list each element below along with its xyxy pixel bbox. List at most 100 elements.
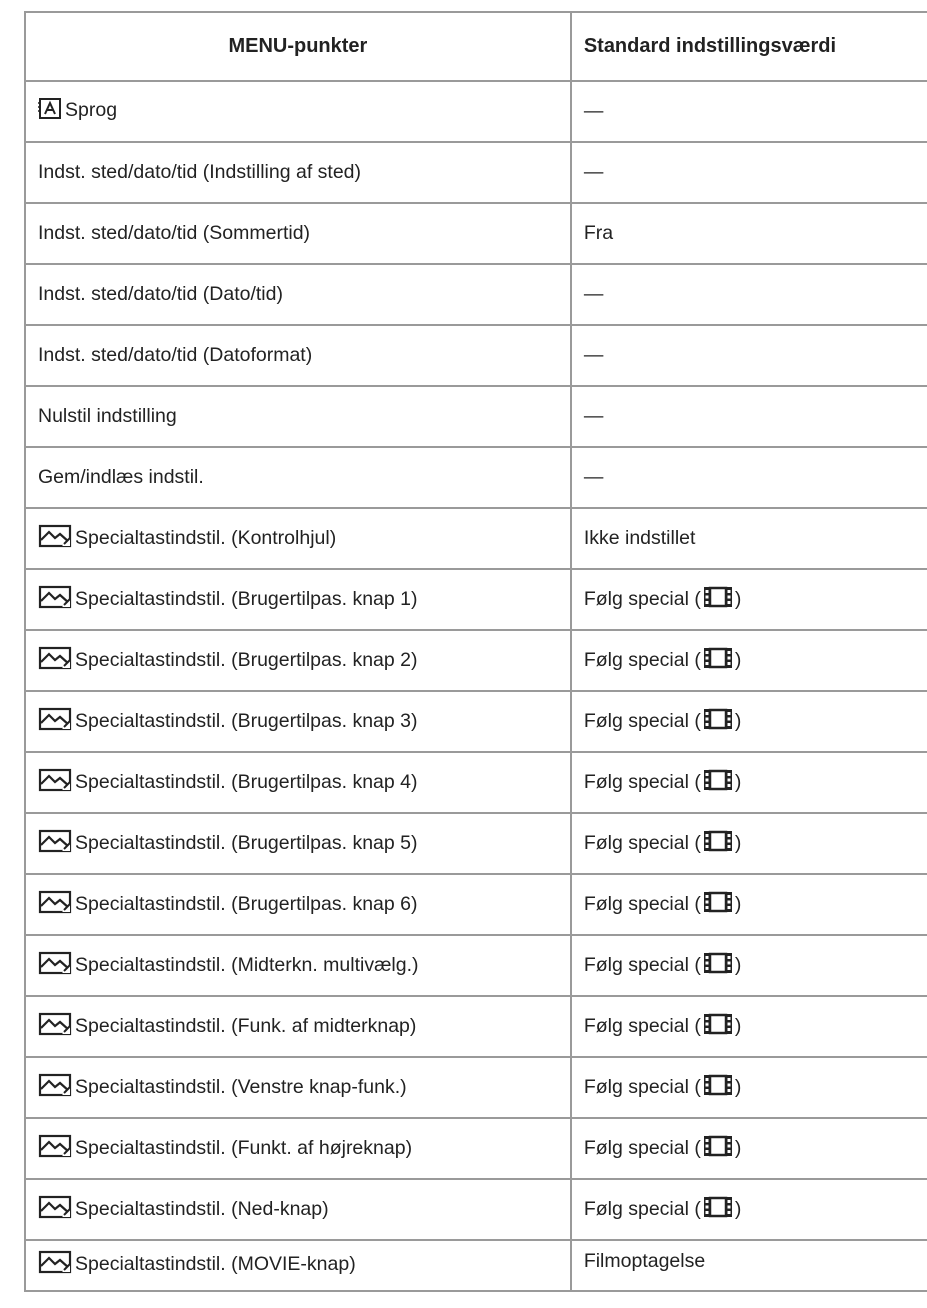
custom-image-icon [38, 1134, 72, 1164]
menu-item-label: Indst. sted/dato/tid (Sommertid) [38, 222, 311, 244]
default-value-text: — [583, 283, 604, 305]
custom-image-icon [38, 646, 72, 676]
menu-item-cell: Specialtastindstil. (Kontrolhjul) [24, 507, 572, 570]
movie-film-icon [703, 951, 733, 981]
table-row: Indst. sted/dato/tid (Sommertid) Fra [24, 202, 927, 265]
default-value-cell: Følg special () [569, 1056, 927, 1119]
default-value-text: Ikke indstillet [583, 527, 696, 549]
menu-item-cell: Specialtastindstil. (Ned-knap) [24, 1178, 572, 1241]
default-value-cell: — [569, 324, 927, 387]
menu-item-label: Specialtastindstil. (Venstre knap-funk.) [75, 1075, 407, 1098]
default-value-text: — [583, 405, 604, 427]
default-value-prefix: Følg special ( [583, 770, 701, 793]
table-row: Indst. sted/dato/tid (Datoformat) — [24, 324, 927, 387]
table-row: Specialtastindstil. (Brugertilpas. knap … [24, 751, 927, 814]
movie-film-icon [703, 768, 733, 798]
table-row: Specialtastindstil. (Venstre knap-funk.)… [24, 1056, 927, 1119]
table-row: Specialtastindstil. (Funk. af midterknap… [24, 995, 927, 1058]
menu-item-label: Specialtastindstil. (Funkt. af højreknap… [75, 1136, 413, 1159]
custom-image-icon [38, 890, 72, 920]
movie-film-icon [703, 1073, 733, 1103]
default-value-cell: Følg special () [569, 690, 927, 753]
default-value-prefix: Følg special ( [583, 892, 701, 915]
default-value-cell: — [569, 141, 927, 204]
default-value-cell: Følg special () [569, 751, 927, 814]
menu-item-cell: Specialtastindstil. (Funk. af midterknap… [24, 995, 572, 1058]
menu-item-label: Sprog [65, 98, 118, 121]
custom-image-icon [38, 768, 72, 798]
menu-item-label: Specialtastindstil. (MOVIE-knap) [75, 1253, 356, 1275]
default-value-cell: — [569, 263, 927, 326]
default-value-prefix: Følg special ( [583, 709, 701, 732]
menu-item-cell: Nulstil indstilling [24, 385, 572, 448]
default-value-suffix: ) [734, 1014, 742, 1037]
default-value-text: — [583, 100, 604, 122]
table-row: Specialtastindstil. (Kontrolhjul) Ikke i… [24, 507, 927, 570]
default-value-suffix: ) [734, 892, 742, 915]
movie-film-icon [703, 646, 733, 676]
table-row: Specialtastindstil. (Brugertilpas. knap … [24, 690, 927, 753]
menu-item-label: Nulstil indstilling [38, 405, 177, 427]
table-row: Specialtastindstil. (Funkt. af højreknap… [24, 1117, 927, 1180]
menu-item-label: Specialtastindstil. (Kontrolhjul) [75, 526, 337, 549]
menu-item-label: Specialtastindstil. (Midterkn. multivælg… [75, 953, 419, 976]
custom-image-icon [38, 1195, 72, 1225]
language-icon [38, 97, 62, 126]
movie-film-icon [703, 1134, 733, 1164]
default-value-prefix: Følg special ( [583, 1075, 701, 1098]
movie-film-icon [703, 829, 733, 859]
default-value-cell: Følg special () [569, 1178, 927, 1241]
default-value-cell: — [569, 80, 927, 143]
table-row: Specialtastindstil. (Midterkn. multivælg… [24, 934, 927, 997]
default-value-cell: Følg special () [569, 934, 927, 997]
menu-item-cell: Indst. sted/dato/tid (Dato/tid) [24, 263, 572, 326]
default-value-cell: — [569, 385, 927, 448]
default-value-text: Filmoptagelse [583, 1250, 706, 1272]
menu-item-label: Specialtastindstil. (Funk. af midterknap… [75, 1014, 417, 1037]
default-value-cell: Følg special () [569, 1117, 927, 1180]
default-value-cell: Følg special () [569, 812, 927, 875]
default-value-cell: Følg special () [569, 995, 927, 1058]
menu-item-cell: Specialtastindstil. (Midterkn. multivælg… [24, 934, 572, 997]
settings-table-container: MENU-punkter Standard indstillingsværdi … [0, 11, 927, 1292]
custom-image-icon [38, 707, 72, 737]
menu-item-cell: Specialtastindstil. (Brugertilpas. knap … [24, 568, 572, 631]
default-value-prefix: Følg special ( [583, 648, 701, 671]
table-row: Specialtastindstil. (Brugertilpas. knap … [24, 873, 927, 936]
table-row: Specialtastindstil. (Brugertilpas. knap … [24, 629, 927, 692]
default-settings-table: MENU-punkter Standard indstillingsværdi … [24, 11, 927, 1292]
default-value-prefix: Følg special ( [583, 1136, 701, 1159]
default-value-suffix: ) [734, 1075, 742, 1098]
default-value-suffix: ) [734, 770, 742, 793]
default-value-prefix: Følg special ( [583, 953, 701, 976]
default-value-prefix: Følg special ( [583, 587, 701, 610]
menu-item-cell: Indst. sted/dato/tid (Indstilling af ste… [24, 141, 572, 204]
table-body: Sprog — Indst. sted/dato/tid (Indstillin… [24, 80, 927, 1292]
default-value-suffix: ) [734, 709, 742, 732]
default-value-suffix: ) [734, 587, 742, 610]
custom-image-icon [38, 951, 72, 981]
movie-film-icon [703, 707, 733, 737]
table-row: Specialtastindstil. (Ned-knap) Følg spec… [24, 1178, 927, 1241]
default-value-suffix: ) [734, 953, 742, 976]
custom-image-icon [38, 585, 72, 615]
custom-image-icon [38, 1250, 72, 1280]
header-menu-items: MENU-punkter [24, 11, 572, 82]
menu-item-label: Indst. sted/dato/tid (Datoformat) [38, 344, 313, 366]
table-row: Specialtastindstil. (Brugertilpas. knap … [24, 568, 927, 631]
table-row: Gem/indlæs indstil. — [24, 446, 927, 509]
menu-item-label: Specialtastindstil. (Brugertilpas. knap … [75, 770, 418, 793]
movie-film-icon [703, 890, 733, 920]
default-value-prefix: Følg special ( [583, 1014, 701, 1037]
default-value-suffix: ) [734, 1136, 742, 1159]
menu-item-cell: Specialtastindstil. (MOVIE-knap) [24, 1239, 572, 1292]
default-value-text: — [583, 466, 604, 488]
menu-item-cell: Specialtastindstil. (Brugertilpas. knap … [24, 690, 572, 753]
default-value-suffix: ) [734, 1197, 742, 1220]
menu-item-label: Specialtastindstil. (Brugertilpas. knap … [75, 587, 418, 610]
menu-item-cell: Gem/indlæs indstil. [24, 446, 572, 509]
default-value-cell: Følg special () [569, 873, 927, 936]
custom-image-icon [38, 1073, 72, 1103]
default-value-prefix: Følg special ( [583, 831, 701, 854]
movie-film-icon [703, 1195, 733, 1225]
